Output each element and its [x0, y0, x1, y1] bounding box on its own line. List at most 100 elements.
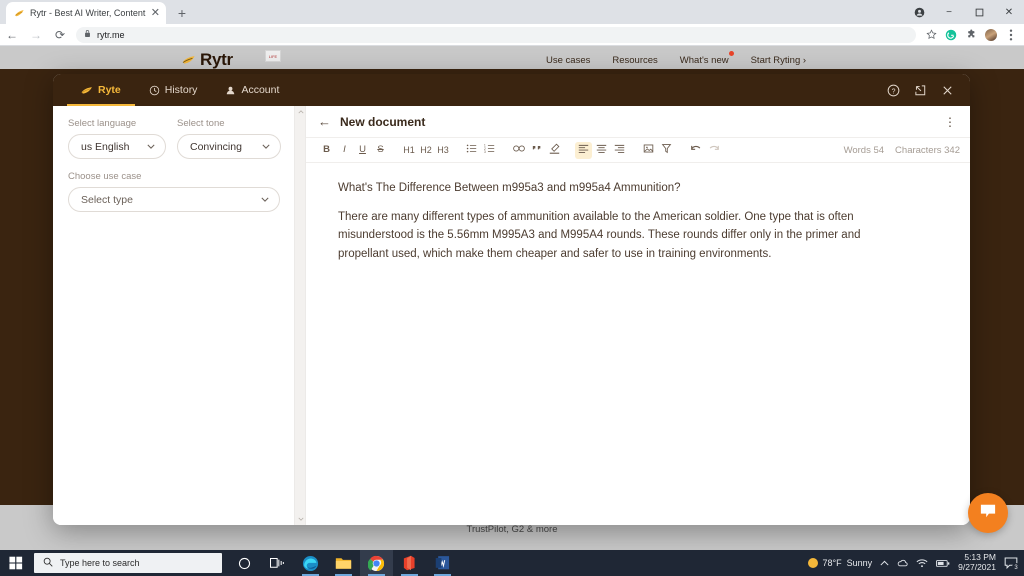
numbered-list-button[interactable]: 123	[481, 142, 498, 159]
edge-icon[interactable]	[294, 550, 327, 576]
weather-widget[interactable]: 78°F Sunny	[808, 558, 873, 568]
quote-button[interactable]	[528, 142, 545, 159]
site-nav-whats-new-label: What's new	[680, 55, 729, 66]
file-explorer-icon[interactable]	[327, 550, 360, 576]
redo-button[interactable]	[705, 142, 722, 159]
align-left-button[interactable]	[575, 142, 592, 159]
screen: Rytr - Best AI Writer, Content Ge ✕ + − …	[0, 0, 1024, 576]
config-pane: Select language us English Select tone C…	[53, 106, 305, 525]
start-button[interactable]	[0, 550, 32, 576]
language-select[interactable]: us English	[68, 134, 166, 159]
back-icon[interactable]: ←	[0, 24, 24, 46]
config-row-top: Select language us English Select tone C…	[68, 118, 291, 159]
browser-tabstrip-bar: Rytr - Best AI Writer, Content Ge ✕ + − …	[0, 0, 1024, 24]
window-close-button[interactable]: ✕	[994, 0, 1024, 24]
document-heading: What's The Difference Between m995a3 and…	[338, 180, 936, 196]
grammarly-icon[interactable]	[942, 26, 960, 44]
open-external-icon[interactable]	[914, 84, 927, 97]
site-nav-use-cases[interactable]: Use cases	[546, 55, 590, 66]
tone-select-value: Convincing	[190, 141, 242, 153]
profile-badge-icon[interactable]	[904, 0, 934, 24]
document-paragraph: There are many different types of ammuni…	[338, 208, 896, 263]
notification-icon[interactable]: 3	[1004, 557, 1018, 569]
help-icon[interactable]: ?	[887, 84, 900, 97]
chrome-menu-icon[interactable]	[1002, 26, 1020, 44]
document-canvas[interactable]: What's The Difference Between m995a3 and…	[306, 163, 970, 525]
extensions-icon[interactable]	[962, 26, 980, 44]
back-arrow-icon[interactable]: ←	[318, 115, 331, 128]
chat-bubble[interactable]	[968, 493, 1008, 533]
reload-icon[interactable]: ⟳	[48, 24, 72, 46]
modal-tab-account[interactable]: Account	[211, 74, 293, 106]
italic-button[interactable]: I	[336, 142, 353, 159]
taskbar-search[interactable]: Type here to search	[34, 553, 222, 573]
profile-avatar[interactable]	[982, 26, 1000, 44]
hand-write-icon	[81, 85, 93, 96]
modal-tab-ryte[interactable]: Ryte	[67, 74, 135, 106]
modal-tab-history[interactable]: History	[135, 74, 212, 106]
site-nav-start-ryting[interactable]: Start Ryting ›	[751, 55, 806, 66]
use-case-select[interactable]: Select type	[68, 187, 280, 212]
close-icon[interactable]	[941, 84, 954, 97]
window-maximize-button[interactable]	[964, 0, 994, 24]
address-bar[interactable]: rytr.me	[76, 27, 916, 43]
taskbar-clock[interactable]: 5:13 PM 9/27/2021	[958, 553, 996, 573]
new-tab-button[interactable]: +	[172, 3, 192, 23]
document-menu-icon[interactable]: ⋮	[944, 116, 956, 128]
office-icon[interactable]	[393, 550, 426, 576]
tone-field: Select tone Convincing	[177, 118, 281, 159]
battery-icon[interactable]	[936, 559, 950, 568]
chevron-up-icon[interactable]	[880, 560, 889, 566]
browser-toolbar: ← → ⟳ rytr.me	[0, 24, 1024, 46]
align-right-button[interactable]	[611, 142, 628, 159]
toolbar-group-headings: H1 H2 H3	[401, 142, 452, 159]
highlighter-button[interactable]	[546, 142, 563, 159]
star-icon[interactable]	[922, 26, 940, 44]
weather-temp: 78°F	[823, 558, 842, 568]
clock-icon	[149, 85, 160, 96]
language-select-value: us English	[81, 141, 129, 153]
toolbar-group-insert	[510, 142, 564, 159]
chrome-icon[interactable]	[360, 550, 393, 576]
use-case-select-value: Select type	[81, 194, 133, 206]
browser-tab[interactable]: Rytr - Best AI Writer, Content Ge ✕	[6, 2, 166, 24]
clear-format-button[interactable]	[658, 142, 675, 159]
onedrive-icon[interactable]	[897, 558, 908, 568]
bold-button[interactable]: B	[318, 142, 335, 159]
link-button[interactable]	[510, 142, 527, 159]
underline-button[interactable]: U	[354, 142, 371, 159]
align-center-button[interactable]	[593, 142, 610, 159]
scroll-up-icon[interactable]	[295, 107, 306, 117]
heading1-button[interactable]: H1	[401, 142, 417, 159]
use-case-label: Choose use case	[68, 171, 291, 182]
undo-button[interactable]	[687, 142, 704, 159]
site-nav-resources[interactable]: Resources	[612, 55, 657, 66]
use-case-field: Choose use case Select type	[68, 171, 291, 212]
character-count: Characters 342	[895, 145, 960, 156]
image-button[interactable]	[640, 142, 657, 159]
bullet-list-button[interactable]	[463, 142, 480, 159]
word-icon[interactable]	[426, 550, 459, 576]
window-minimize-button[interactable]: −	[934, 0, 964, 24]
language-field: Select language us English	[68, 118, 166, 159]
tone-label: Select tone	[177, 118, 281, 129]
strikethrough-label: S	[377, 145, 383, 155]
forward-icon[interactable]: →	[24, 24, 48, 46]
config-pane-scrollbar[interactable]	[294, 106, 305, 525]
modal-tab-ryte-label: Ryte	[98, 84, 121, 96]
strikethrough-button[interactable]: S	[372, 142, 389, 159]
taskbar-apps	[228, 550, 459, 576]
heading2-button[interactable]: H2	[418, 142, 434, 159]
tone-select[interactable]: Convincing	[177, 134, 281, 159]
chat-icon	[979, 503, 997, 524]
heading3-button[interactable]: H3	[435, 142, 451, 159]
task-view-icon[interactable]	[261, 550, 294, 576]
toolbar-group-lists: 123	[463, 142, 499, 159]
cortana-icon[interactable]	[228, 550, 261, 576]
rytr-editor-modal: Ryte History Account ?	[53, 74, 970, 525]
window-controls: − ✕	[904, 0, 1024, 24]
scroll-down-icon[interactable]	[295, 514, 306, 524]
site-nav-whats-new[interactable]: What's new	[680, 55, 729, 66]
tab-close-icon[interactable]: ✕	[151, 8, 160, 19]
wifi-icon[interactable]	[916, 558, 928, 568]
